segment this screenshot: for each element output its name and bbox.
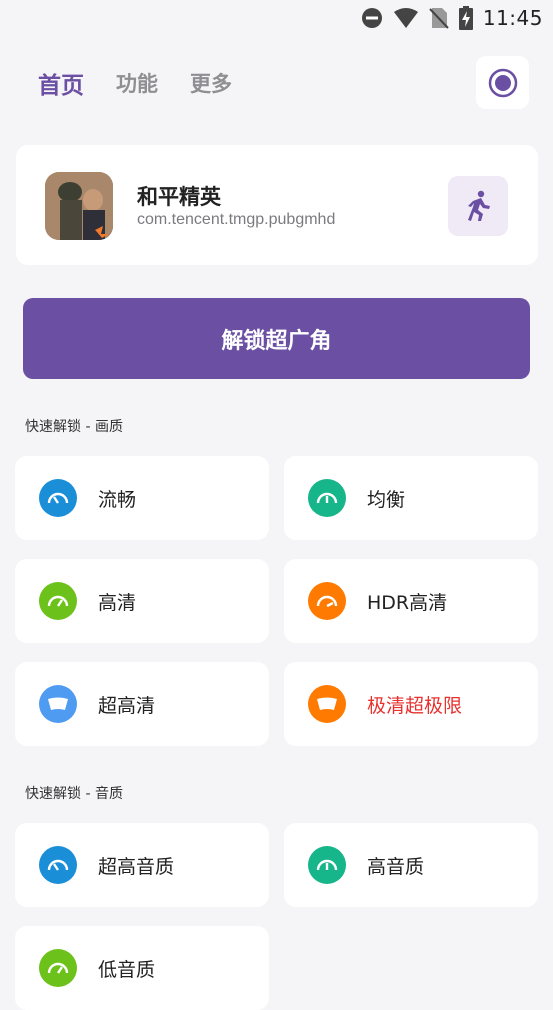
status-bar: 11:45	[0, 0, 553, 36]
top-tabs: 首页 功能 更多	[38, 66, 232, 100]
battery-charging-icon	[458, 6, 473, 30]
record-button[interactable]	[476, 56, 529, 109]
audio-option-high[interactable]: 高音质	[284, 823, 538, 907]
audio-option-ultra[interactable]: 超高音质	[15, 823, 269, 907]
wide-screen-icon	[39, 685, 77, 723]
quality-option-extreme[interactable]: 极清超极限	[284, 662, 538, 746]
no-sim-icon	[429, 8, 449, 29]
tab-more[interactable]: 更多	[190, 68, 232, 98]
running-person-icon	[468, 190, 490, 221]
app-card[interactable]: 和平精英 com.tencent.tmgp.pubgmhd	[16, 145, 538, 265]
speedometer-icon	[39, 479, 77, 517]
quality-option-hd[interactable]: 高清	[15, 559, 269, 643]
tab-features[interactable]: 功能	[116, 68, 158, 98]
quality-option-hdr[interactable]: HDR高清	[284, 559, 538, 643]
option-label: 超高清	[98, 694, 156, 717]
dnd-icon	[361, 8, 382, 28]
quality-option-smooth[interactable]: 流畅	[15, 456, 269, 540]
option-label: 均衡	[367, 488, 406, 511]
option-label: 低音质	[98, 958, 156, 981]
status-time: 11:45	[482, 6, 543, 30]
speedometer-icon	[39, 582, 77, 620]
app-package: com.tencent.tmgp.pubgmhd	[137, 211, 336, 228]
speedometer-icon	[308, 479, 346, 517]
unlock-wide-angle-button[interactable]: 解锁超广角	[23, 298, 530, 379]
speedometer-icon	[39, 949, 77, 987]
audio-option-low[interactable]: 低音质	[15, 926, 269, 1010]
quality-option-balanced[interactable]: 均衡	[284, 456, 538, 540]
record-icon	[488, 68, 517, 97]
option-label: 流畅	[98, 488, 137, 511]
audio-section-label: 快速解锁 - 音质	[25, 786, 123, 802]
speedometer-icon	[308, 846, 346, 884]
option-label: 超高音质	[98, 855, 175, 878]
option-label: HDR高清	[367, 591, 448, 614]
speedometer-icon	[39, 846, 77, 884]
wide-screen-icon	[308, 685, 346, 723]
quality-section-label: 快速解锁 - 画质	[25, 419, 123, 435]
app-icon	[45, 172, 113, 240]
option-label: 高音质	[367, 855, 425, 878]
option-label: 高清	[98, 591, 137, 614]
quality-option-uhd[interactable]: 超高清	[15, 662, 269, 746]
wifi-icon	[393, 8, 418, 28]
app-name: 和平精英	[137, 185, 221, 209]
tab-home[interactable]: 首页	[38, 66, 84, 100]
option-label: 极清超极限	[367, 694, 463, 717]
launch-game-button[interactable]	[448, 176, 508, 236]
speedometer-icon	[308, 582, 346, 620]
